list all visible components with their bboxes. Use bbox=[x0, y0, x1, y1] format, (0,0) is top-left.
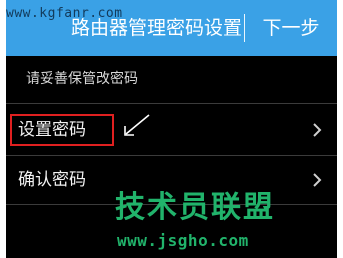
chevron-right-icon bbox=[313, 123, 322, 137]
hint-text: 请妥善保管改密码 bbox=[26, 71, 138, 87]
annotation-highlight-box bbox=[10, 114, 114, 146]
header-divider bbox=[244, 14, 245, 42]
next-button[interactable]: 下一步 bbox=[256, 0, 326, 56]
phone-screen: 路由器管理密码设置 下一步 请妥善保管改密码 设置密码 确认密码 技术员联盟 w… bbox=[6, 0, 337, 258]
site-url-watermark: www.kgfanr.com bbox=[6, 6, 123, 21]
annotation-arrow-icon bbox=[124, 114, 150, 136]
divider bbox=[6, 103, 337, 104]
brand-watermark: 技术员联盟 bbox=[115, 190, 275, 225]
chevron-right-icon bbox=[313, 173, 322, 187]
menu-item-label: 确认密码 bbox=[18, 170, 86, 190]
brand-url-watermark: www.jsgho.com bbox=[117, 231, 249, 250]
screenshot-frame: 路由器管理密码设置 下一步 请妥善保管改密码 设置密码 确认密码 技术员联盟 w… bbox=[0, 0, 343, 258]
